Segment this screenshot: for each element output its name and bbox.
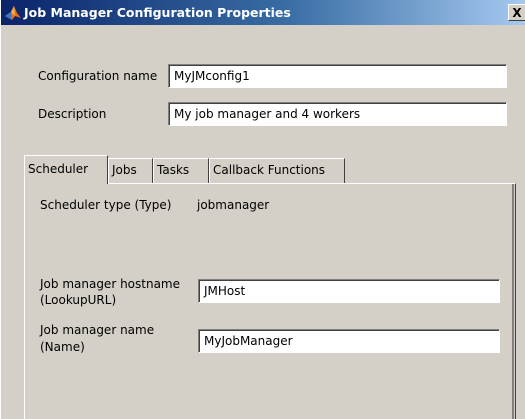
tab-jobs-label: Jobs	[112, 163, 137, 177]
tab-callback-functions[interactable]: Callback Functions	[209, 158, 345, 183]
window-title: Job Manager Configuration Properties	[24, 5, 291, 20]
properties-dialog: Job Manager Configuration Properties X C…	[0, 0, 525, 419]
config-name-field[interactable]: MyJMconfig1	[168, 64, 507, 88]
job-manager-name-label-line2: (Name)	[40, 340, 85, 354]
description-field[interactable]: My job manager and 4 workers	[168, 102, 507, 126]
job-manager-name-field[interactable]: MyJobManager	[198, 329, 500, 353]
close-icon: X	[512, 5, 522, 20]
scheduler-type-label: Scheduler type (Type)	[40, 198, 172, 212]
tab-panel-shadow	[512, 184, 514, 419]
hostname-label-line1: Job manager hostname	[40, 277, 180, 291]
tab-tasks[interactable]: Tasks	[153, 158, 209, 183]
description-label: Description	[38, 107, 107, 121]
tab-callback-functions-label: Callback Functions	[213, 163, 326, 177]
scheduler-type-value: jobmanager	[197, 198, 270, 212]
job-manager-name-label-line1: Job manager name	[40, 323, 155, 337]
config-name-label: Configuration name	[38, 69, 158, 83]
hostname-label-line2: (LookupURL)	[40, 293, 117, 307]
title-bar[interactable]: Job Manager Configuration Properties X	[1, 0, 525, 25]
matlab-logo-icon	[5, 6, 21, 20]
close-button[interactable]: X	[508, 4, 525, 21]
tab-scheduler-label: Scheduler	[28, 162, 89, 176]
tab-jobs[interactable]: Jobs	[108, 158, 153, 183]
hostname-field[interactable]: JMHost	[198, 279, 500, 303]
tab-tasks-label: Tasks	[157, 163, 190, 177]
tab-scheduler[interactable]: Scheduler	[24, 155, 108, 184]
